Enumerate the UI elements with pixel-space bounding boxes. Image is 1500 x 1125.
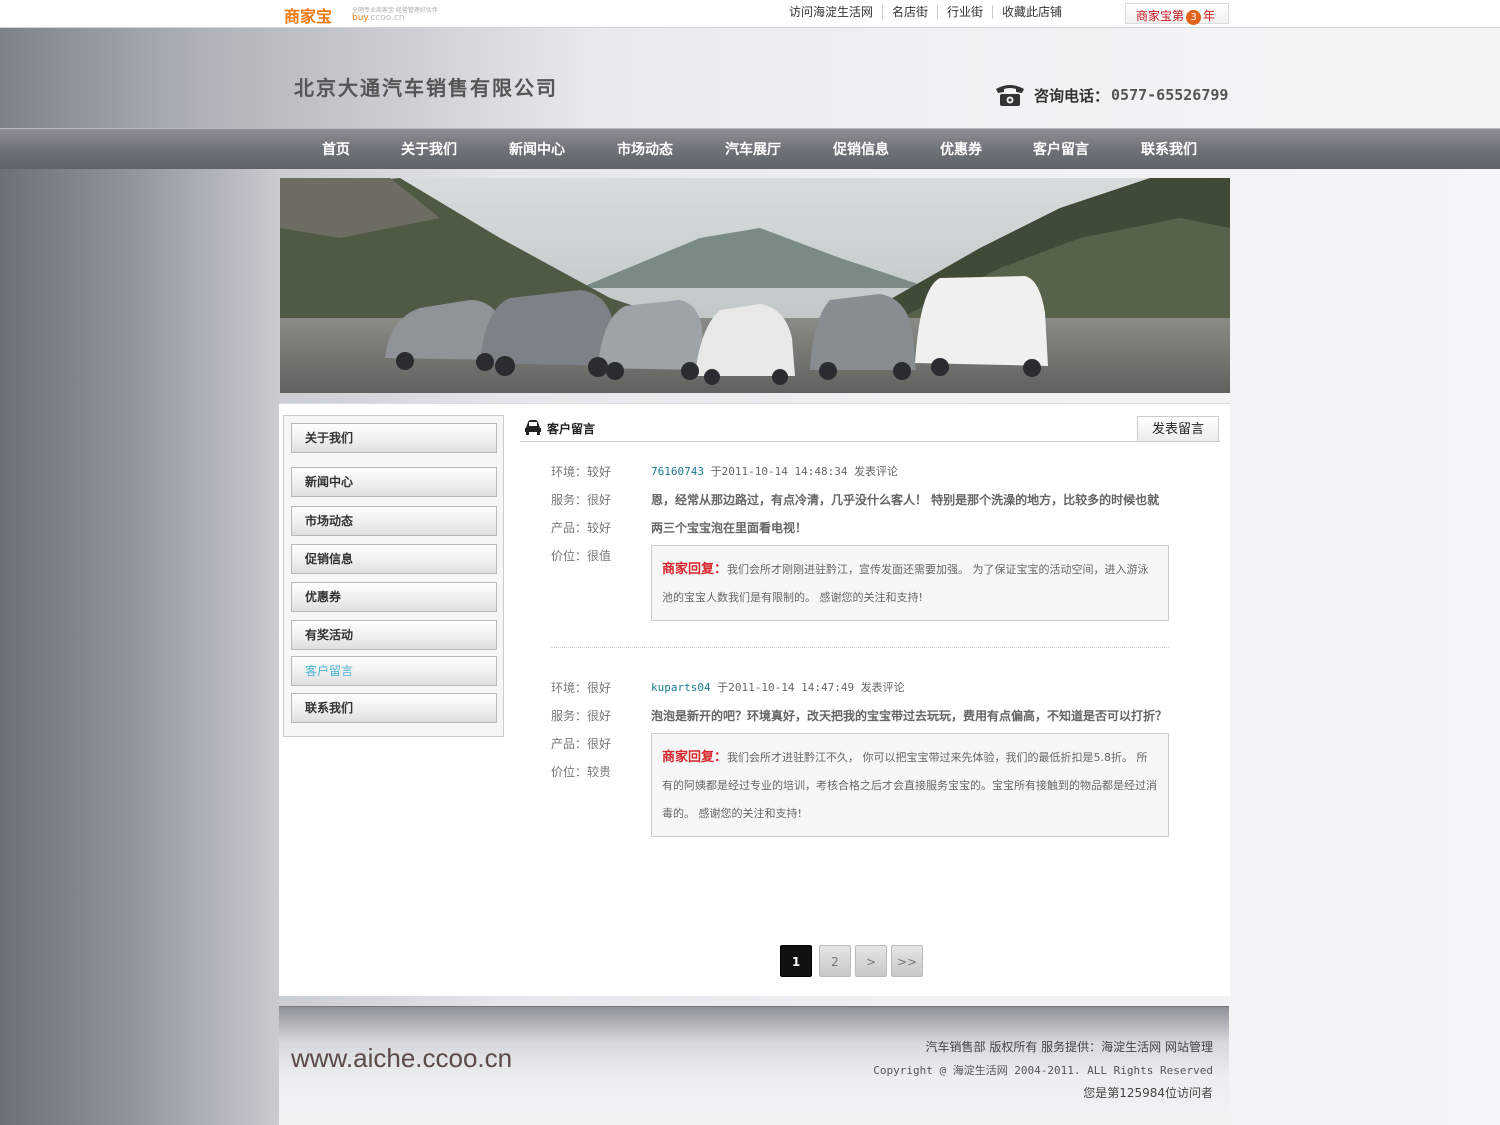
nav-showroom[interactable]: 汽车展厅 xyxy=(702,129,804,170)
rating-price: 价位：较贵 xyxy=(551,765,612,779)
review-ratings: 环境：较好 服务：很好 产品：较好 价位：很值 xyxy=(551,458,651,570)
last-page-button[interactable]: >> xyxy=(891,945,923,977)
reply-label: 商家回复： xyxy=(662,562,728,577)
review-meta: 76160743 于2011-10-14 14:48:34 发表评论 xyxy=(651,465,899,478)
review-body: kuparts04 于2011-10-14 14:47:49 发表评论 泡泡是新… xyxy=(651,674,1171,837)
banner-image xyxy=(280,178,1230,393)
visit-site-link[interactable]: 访问海淀生活网 xyxy=(780,5,882,19)
review-meta: kuparts04 于2011-10-14 14:47:49 发表评论 xyxy=(651,681,905,694)
site-footer: www.aiche.ccoo.cn 汽车销售部 版权所有 服务提供：海淀生活网 … xyxy=(279,1006,1229,1125)
footer-copyright: Copyright @ 海淀生活网 2004-2011. ALL Rights … xyxy=(873,1064,1213,1077)
review-user[interactable]: kuparts04 xyxy=(651,681,711,694)
company-name: 北京大通汽车销售有限公司 xyxy=(294,76,558,100)
sidebar-item-market[interactable]: 市场动态 xyxy=(291,506,497,536)
logo-domain: buy.ccoo.cn xyxy=(352,13,405,23)
review-body: 76160743 于2011-10-14 14:48:34 发表评论 恩，经常从… xyxy=(651,458,1171,621)
review-divider xyxy=(551,647,1169,648)
content-area: 关于我们 新闻中心 市场动态 促销信息 优惠券 有奖活动 客户留言 联系我们 客… xyxy=(279,403,1230,996)
hero-banner xyxy=(280,178,1230,393)
rating-environment: 环境：较好 xyxy=(551,465,612,479)
sidebar-item-contact[interactable]: 联系我们 xyxy=(291,693,497,723)
membership-badge: 商家宝第 3 年 xyxy=(1125,3,1229,25)
sidebar-item-coupons[interactable]: 优惠券 xyxy=(291,582,497,612)
famous-shops-link[interactable]: 名店街 xyxy=(882,5,937,19)
nav-about[interactable]: 关于我们 xyxy=(372,129,486,170)
reply-text: 我们会所才进驻黔江不久， 你可以把宝宝带过来先体验，我们的最低折扣是5.8折。 … xyxy=(662,751,1157,820)
nav-coupons[interactable]: 优惠券 xyxy=(918,129,1004,170)
review-comment: 泡泡是新开的吧？环境真好，改天把我的宝宝带过去玩玩，费用有点偏高，不知道是否可以… xyxy=(651,709,1168,723)
sidebar-item-about[interactable]: 关于我们 xyxy=(291,423,497,453)
post-message-button[interactable]: 发表留言 xyxy=(1137,416,1219,441)
main-nav: 首页 关于我们 新闻中心 市场动态 汽车展厅 促销信息 优惠券 客户留言 联系我… xyxy=(0,128,1500,169)
nav-messages[interactable]: 客户留言 xyxy=(1004,129,1118,170)
merchant-reply: 商家回复：我们会所才进驻黔江不久， 你可以把宝宝带过来先体验，我们的最低折扣是5… xyxy=(651,733,1169,837)
car-icon xyxy=(525,420,541,435)
nav-home[interactable]: 首页 xyxy=(300,129,372,170)
site-header: 北京大通汽车销售有限公司 咨询电话： 0577-65526799 xyxy=(0,28,1500,128)
top-links: 访问海淀生活网 名店街 行业街 收藏此店铺 xyxy=(780,5,1071,19)
sidebar: 关于我们 新闻中心 市场动态 促销信息 优惠券 有奖活动 客户留言 联系我们 xyxy=(283,415,504,737)
rating-product: 产品：很好 xyxy=(551,737,612,751)
bookmark-shop-link[interactable]: 收藏此店铺 xyxy=(992,5,1071,19)
page-2-button[interactable]: 2 xyxy=(819,945,851,977)
footer-site-url: www.aiche.ccoo.cn xyxy=(291,1043,513,1073)
telephone-icon xyxy=(996,85,1024,106)
footer-copyright-owner: 汽车销售部 版权所有 服务提供：海淀生活网 网站管理 xyxy=(925,1040,1213,1054)
badge-year-number: 3 xyxy=(1186,10,1202,25)
page-1-button[interactable]: 1 xyxy=(780,945,812,977)
merchant-reply: 商家回复：我们会所才刚刚进驻黔江，宣传发面还需要加强。 为了保证宝宝的活动空间，… xyxy=(651,545,1169,621)
rating-product: 产品：较好 xyxy=(551,521,612,535)
sidebar-item-news[interactable]: 新闻中心 xyxy=(291,467,497,497)
logo-brand: 商家宝 xyxy=(284,7,333,26)
next-page-button[interactable]: > xyxy=(855,945,887,977)
rating-service: 服务：很好 xyxy=(551,709,612,723)
review-ratings: 环境：很好 服务：很好 产品：很好 价位：较贵 xyxy=(551,674,651,786)
nav-promotions[interactable]: 促销信息 xyxy=(804,129,918,170)
nav-contact[interactable]: 联系我们 xyxy=(1118,129,1220,170)
sidebar-item-prize-events[interactable]: 有奖活动 xyxy=(291,620,497,650)
footer-visitor-count: 您是第125984位访问者 xyxy=(1083,1086,1213,1100)
top-bar: 商家宝 全网专业商家宝 经营管理好伙伴 buy.ccoo.cn 访问海淀生活网 … xyxy=(0,0,1500,28)
reply-text: 我们会所才刚刚进驻黔江，宣传发面还需要加强。 为了保证宝宝的活动空间，进入游泳池… xyxy=(662,563,1149,604)
nav-market[interactable]: 市场动态 xyxy=(588,129,702,170)
nav-news[interactable]: 新闻中心 xyxy=(486,129,588,170)
sidebar-item-promotions[interactable]: 促销信息 xyxy=(291,544,497,574)
hotline-label: 咨询电话： xyxy=(1034,86,1110,105)
rating-environment: 环境：很好 xyxy=(551,681,612,695)
hotline-number: 0577-65526799 xyxy=(1111,86,1229,104)
sidebar-item-messages[interactable]: 客户留言 xyxy=(291,656,497,686)
rating-price: 价位：很值 xyxy=(551,549,612,563)
review-comment: 恩，经常从那边路过，有点冷清，几乎没什么客人！ 特别是那个洗澡的地方，比较多的时… xyxy=(651,493,1160,535)
section-title: 客户留言 xyxy=(547,422,596,436)
rating-service: 服务：很好 xyxy=(551,493,612,507)
reply-label: 商家回复： xyxy=(662,750,728,765)
hotline: 咨询电话： 0577-65526799 xyxy=(994,83,1228,107)
industry-street-link[interactable]: 行业街 xyxy=(937,5,992,19)
ccoo-logo[interactable]: 商家宝 全网专业商家宝 经营管理好伙伴 buy.ccoo.cn xyxy=(284,3,444,26)
section-header: 客户留言 发表留言 xyxy=(520,414,1220,442)
review-user[interactable]: 76160743 xyxy=(651,465,704,478)
